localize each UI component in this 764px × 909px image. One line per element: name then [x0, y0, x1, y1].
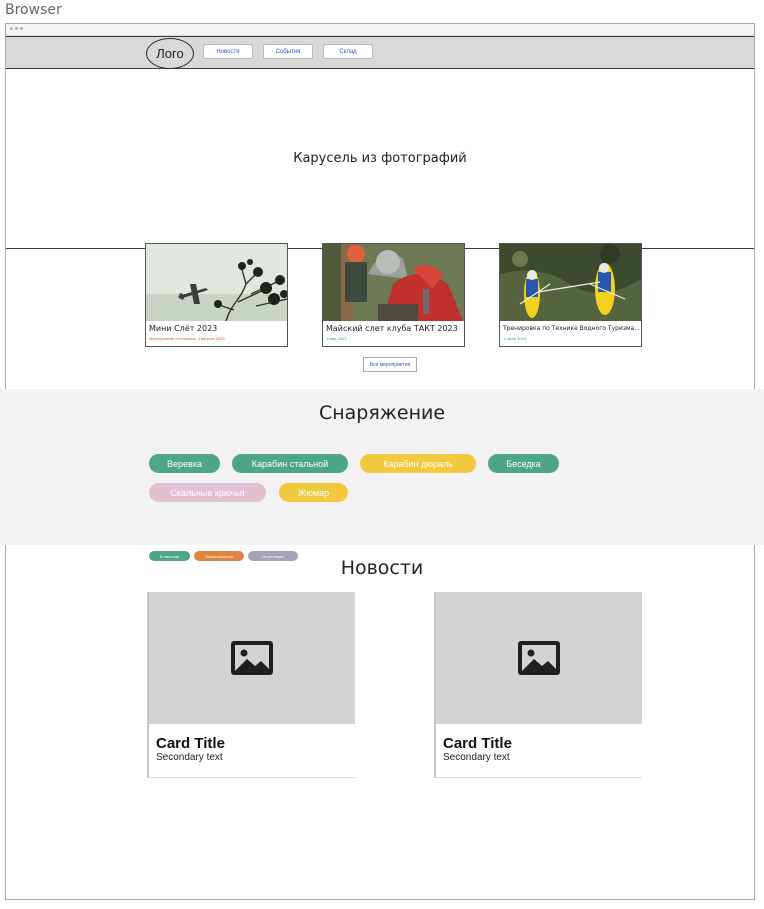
nav-news-button[interactable]: Новости: [203, 44, 253, 59]
event-date: Мероприятие состоялось 3 августа 2023: [149, 336, 225, 341]
card-title: Card Title: [443, 735, 512, 752]
card-secondary-text: Secondary text: [156, 752, 223, 763]
event-photo-kayak: [500, 244, 641, 321]
event-card[interactable]: Тренировка по Технике Водного Туризма...…: [499, 243, 642, 347]
news-title: Новости: [340, 557, 424, 579]
card-image: [149, 592, 355, 724]
window-controls[interactable]: [10, 27, 23, 30]
window-label: Browser: [5, 2, 62, 18]
logo[interactable]: Лого: [146, 38, 194, 69]
event-photo-plane: [146, 244, 287, 321]
equipment-tag[interactable]: Карабин стальной: [232, 454, 348, 473]
event-card[interactable]: Майский слет клуба ТАКТ 2023 1 мая 2023: [322, 243, 465, 347]
card-image: [436, 592, 642, 724]
equipment-tag[interactable]: Скальные крючья: [149, 483, 266, 502]
news-card[interactable]: Card Title Secondary text: [434, 592, 642, 778]
all-events-button[interactable]: Все мероприятия: [363, 357, 417, 372]
top-navbar: Лого Новости События Склад: [6, 36, 754, 69]
nav-warehouse-button[interactable]: Склад: [323, 44, 373, 59]
event-date: 1 мая 2023: [326, 336, 347, 341]
card-title: Card Title: [156, 735, 225, 752]
equipment-tag[interactable]: Жюмар: [279, 483, 348, 502]
equipment-section: Снаряжение Веревка Карабин стальной Кара…: [0, 389, 764, 561]
equipment-tag[interactable]: Беседка: [488, 454, 559, 473]
event-card[interactable]: Мини Слёт 2023 Мероприятие состоялось 3 …: [145, 243, 288, 347]
equipment-tag[interactable]: Веревка: [149, 454, 220, 473]
photo-carousel[interactable]: Карусель из фотографий: [6, 69, 754, 249]
event-date: 1 июля 2023: [503, 336, 526, 341]
event-photo-climbers: [323, 244, 464, 321]
event-title: Мини Слёт 2023: [149, 324, 218, 333]
carousel-placeholder-text: Карусель из фотографий: [293, 151, 467, 166]
browser-titlebar: [6, 24, 754, 36]
equipment-title: Снаряжение: [318, 402, 446, 424]
news-card[interactable]: Card Title Secondary text: [147, 592, 355, 778]
event-title: Тренировка по Технике Водного Туризма...: [503, 325, 640, 332]
event-title: Майский слет клуба ТАКТ 2023: [326, 324, 458, 333]
card-secondary-text: Secondary text: [443, 752, 510, 763]
nav-events-button[interactable]: События: [263, 44, 313, 59]
image-placeholder-icon: [518, 641, 560, 675]
equipment-tag[interactable]: Карабин дюраль: [360, 454, 476, 473]
image-placeholder-icon: [231, 641, 273, 675]
